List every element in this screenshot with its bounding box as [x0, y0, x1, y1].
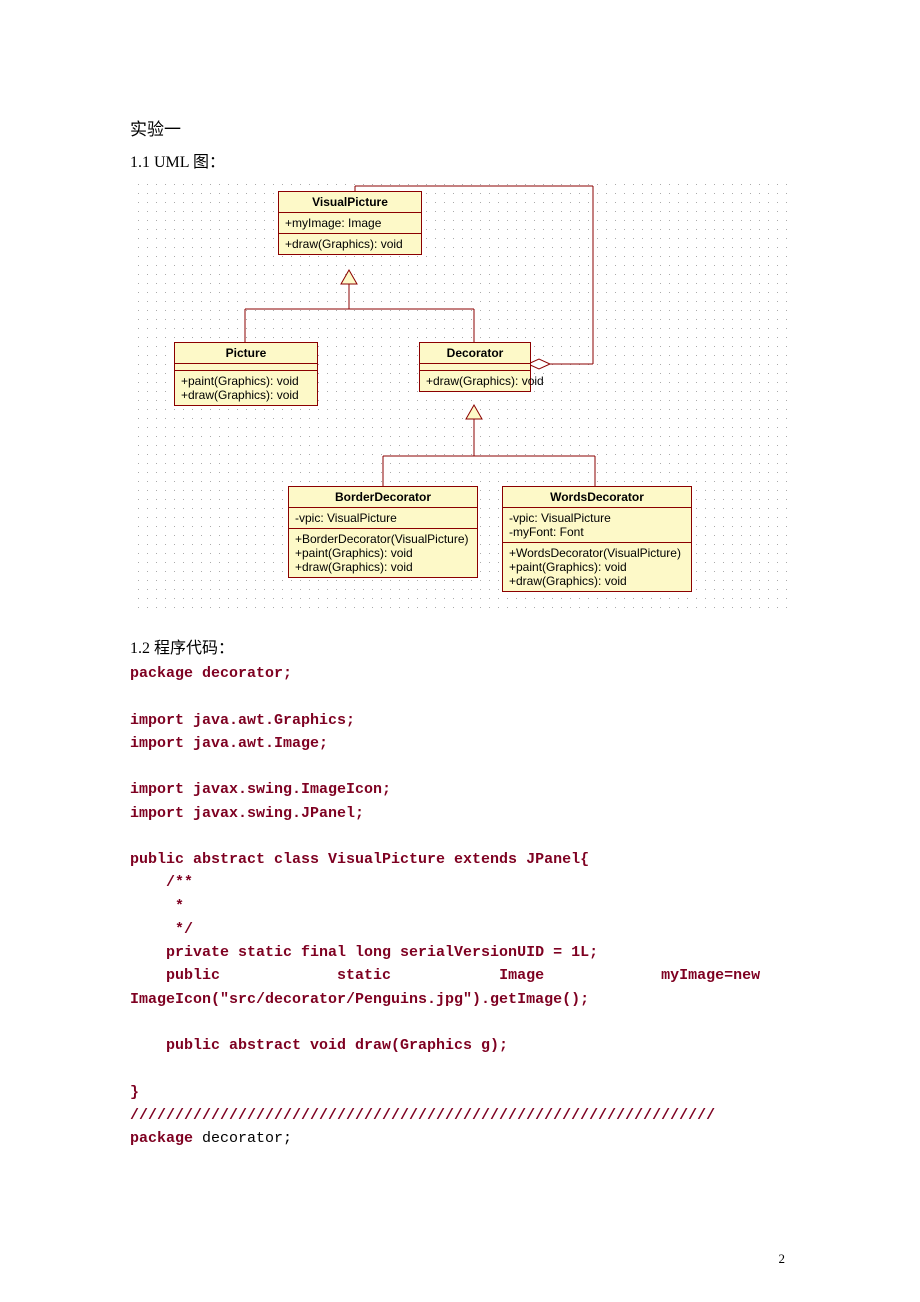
uml-box-visualpicture: VisualPicture +myImage: Image +draw(Grap… — [278, 191, 422, 255]
code-token: decorator; — [193, 1130, 292, 1147]
uml-op: +draw(Graphics): void — [181, 388, 311, 402]
uml-ops: +paint(Graphics): void +draw(Graphics): … — [175, 371, 317, 405]
code-line: /** — [130, 874, 193, 891]
code-line: import java.awt.Image; — [130, 735, 328, 752]
uml-op: +WordsDecorator(VisualPicture) — [509, 546, 685, 560]
uml-ops: +BorderDecorator(VisualPicture) +paint(G… — [289, 529, 477, 577]
code-line: */ — [130, 921, 193, 938]
uml-ops: +WordsDecorator(VisualPicture) +paint(Gr… — [503, 543, 691, 591]
heading-code: 1.2 程序代码： — [130, 634, 790, 658]
uml-op: +draw(Graphics): void — [509, 574, 685, 588]
code-line: import java.awt.Graphics; — [130, 712, 355, 729]
uml-box-wordsdecorator: WordsDecorator -vpic: VisualPicture -myF… — [502, 486, 692, 592]
code-line: private static final long serialVersionU… — [130, 944, 598, 961]
code-line: import javax.swing.JPanel; — [130, 805, 364, 822]
uml-box-picture: Picture +paint(Graphics): void +draw(Gra… — [174, 342, 318, 406]
page-number: 2 — [779, 1251, 786, 1267]
code-line: public abstract void draw(Graphics g); — [130, 1037, 508, 1054]
uml-op: +paint(Graphics): void — [509, 560, 685, 574]
heading-experiment: 实验一 — [130, 115, 790, 140]
uml-op: +paint(Graphics): void — [181, 374, 311, 388]
heading-uml: 1.1 UML 图： — [130, 148, 790, 172]
code-token: static — [337, 967, 391, 984]
code-line: public — [130, 967, 220, 984]
code-token: Image — [499, 967, 544, 984]
code-token: package — [130, 1130, 193, 1147]
code-line: ////////////////////////////////////////… — [130, 1107, 715, 1124]
uml-attr: -vpic: VisualPicture — [289, 508, 477, 529]
uml-op: +BorderDecorator(VisualPicture) — [295, 532, 471, 546]
uml-attr: +myImage: Image — [279, 213, 421, 234]
uml-attrs: -vpic: VisualPicture -myFont: Font — [503, 508, 691, 543]
uml-box-decorator: Decorator +draw(Graphics): void — [419, 342, 531, 392]
uml-class-name: WordsDecorator — [503, 487, 691, 508]
page: 实验一 1.1 UML 图： VisualPicture +myImage: I… — [0, 0, 920, 1302]
code-line: public abstract class VisualPicture exte… — [130, 851, 589, 868]
uml-class-name: Decorator — [420, 343, 530, 364]
uml-class-name: VisualPicture — [279, 192, 421, 213]
uml-attr-empty — [175, 364, 317, 371]
uml-op: +paint(Graphics): void — [295, 546, 471, 560]
uml-class-name: Picture — [175, 343, 317, 364]
code-line: } — [130, 1084, 139, 1101]
uml-class-name: BorderDecorator — [289, 487, 477, 508]
uml-diagram: VisualPicture +myImage: Image +draw(Grap… — [130, 176, 790, 616]
uml-attr: -vpic: VisualPicture — [509, 511, 685, 525]
uml-op: +draw(Graphics): void — [279, 234, 421, 254]
code-line: * — [130, 898, 193, 915]
uml-attr: -myFont: Font — [509, 525, 685, 539]
code-line: ImageIcon("src/decorator/Penguins.jpg").… — [130, 991, 589, 1008]
code-block: package decorator; import java.awt.Graph… — [130, 662, 790, 1150]
uml-op: +draw(Graphics): void — [295, 560, 471, 574]
uml-box-borderdecorator: BorderDecorator -vpic: VisualPicture +Bo… — [288, 486, 478, 578]
code-line: import javax.swing.ImageIcon; — [130, 781, 391, 798]
uml-op: +draw(Graphics): void — [420, 371, 530, 391]
code-line: package decorator; — [130, 665, 292, 682]
uml-attr-empty — [420, 364, 530, 371]
code-token: myImage=new — [661, 967, 760, 984]
